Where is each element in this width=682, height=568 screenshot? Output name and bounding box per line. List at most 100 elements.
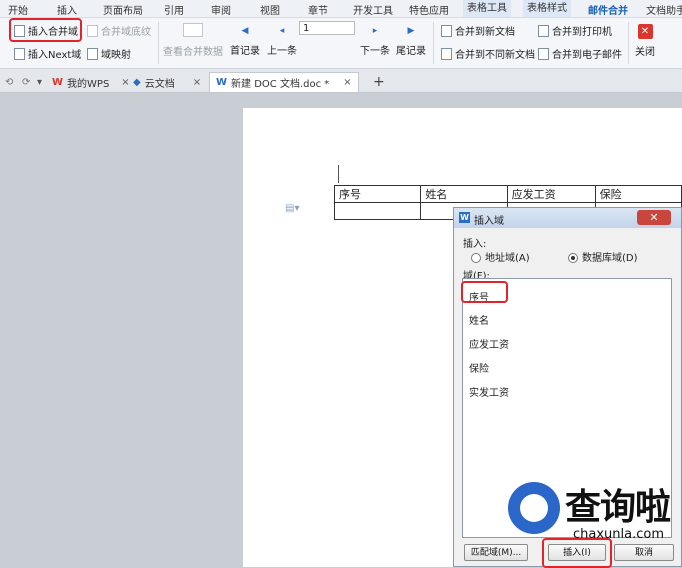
first-record-button[interactable]: ◀ 首记录	[230, 26, 260, 57]
prev-arrow-icon: ◂	[279, 26, 285, 36]
cloud-icon: ◆	[133, 76, 141, 88]
highlight-box	[542, 538, 612, 568]
next-arrow-icon: ▸	[372, 26, 378, 36]
highlight-box	[461, 281, 508, 303]
menu-table-style[interactable]: 表格样式	[523, 0, 571, 17]
watermark-url: chaxunla.com	[573, 527, 664, 542]
ribbon-divider	[433, 22, 434, 64]
last-record-label: 尾记录	[396, 46, 426, 57]
tab-label: 新建 DOC 文档.doc *	[231, 79, 330, 90]
text-cursor	[338, 165, 339, 183]
insert-label: 插入:	[463, 239, 487, 250]
menu-start[interactable]: 开始	[8, 2, 28, 17]
paste-options-icon[interactable]: ▤▾	[285, 203, 299, 214]
menu-chapter[interactable]: 章节	[308, 2, 328, 17]
doc-icon: W	[216, 77, 228, 88]
menu-doc-assistant[interactable]: 文档助手	[646, 2, 682, 17]
close-icon[interactable]: ×	[193, 77, 201, 88]
watermark-text: 查询啦	[565, 487, 671, 528]
merge-new-doc-button[interactable]: 合并到新文档	[441, 23, 515, 38]
merge-field-shading-button[interactable]: 合并域底纹	[87, 23, 151, 38]
last-record-button[interactable]: ▶ 尾记录	[396, 26, 426, 57]
cancel-button[interactable]: 取消	[614, 544, 674, 561]
ribbon: 插入合并域 插入Next域 合并域底纹 域映射 查看合并数据 ◀ 首记录 ◂ 上…	[0, 18, 682, 69]
multi-doc-icon	[441, 47, 452, 60]
next-record-button[interactable]: ▸ 下一条	[360, 26, 390, 57]
menu-features[interactable]: 特色应用	[409, 2, 449, 17]
database-field-radio[interactable]: 数据库域(D)	[568, 249, 638, 264]
merge-field-shading-label: 合并域底纹	[101, 27, 151, 38]
field-map-label: 域映射	[101, 50, 131, 61]
dialog-title-bar[interactable]: W 插入域 ✕	[454, 208, 681, 228]
radio-icon	[471, 253, 481, 263]
menu-bar: 开始 插入 页面布局 引用 审阅 视图 章节 开发工具 特色应用 表格工具 表格…	[0, 0, 682, 18]
dialog-title: 插入域	[474, 216, 504, 227]
document-icon	[14, 47, 25, 60]
view-merged-data-label: 查看合并数据	[163, 47, 223, 58]
tab-current-doc[interactable]: W 新建 DOC 文档.doc * ×	[209, 72, 359, 92]
back-icon[interactable]: ⟲	[5, 72, 13, 92]
match-fields-button[interactable]: 匹配域(M)...	[464, 544, 528, 561]
first-record-label: 首记录	[230, 46, 260, 57]
close-icon[interactable]: ×	[121, 77, 129, 88]
list-item[interactable]: 保险	[469, 360, 489, 375]
merge-different-docs-button[interactable]: 合并到不同新文档	[441, 46, 535, 61]
table-row: 序号 姓名 应发工资 保险	[333, 185, 682, 203]
tab-label: 云文档	[144, 78, 175, 90]
menu-view[interactable]: 视图	[260, 2, 280, 17]
menu-table-tools[interactable]: 表格工具	[463, 0, 511, 17]
menu-page-layout[interactable]: 页面布局	[103, 2, 143, 17]
menu-review[interactable]: 审阅	[211, 2, 231, 17]
last-record-icon: ▶	[407, 26, 415, 36]
table-header-cell[interactable]: 姓名	[420, 185, 508, 203]
insert-next-field-label: 插入Next域	[28, 50, 82, 61]
printer-icon	[538, 24, 549, 37]
new-tab-icon[interactable]: +	[373, 72, 385, 92]
merge-printer-label: 合并到打印机	[552, 27, 612, 38]
menu-mail-merge[interactable]: 邮件合并	[588, 2, 628, 17]
wps-icon: W	[459, 212, 470, 223]
forward-icon[interactable]: ⟳	[22, 72, 30, 92]
list-item[interactable]: 姓名	[469, 312, 489, 327]
merge-different-docs-label: 合并到不同新文档	[455, 50, 535, 61]
record-number-input[interactable]: 1	[299, 21, 355, 35]
merge-email-button[interactable]: 合并到电子邮件	[538, 46, 622, 61]
ribbon-divider	[158, 22, 159, 64]
address-field-label: 地址域(A)	[485, 253, 530, 264]
database-field-label: 数据库域(D)	[582, 253, 638, 264]
radio-selected-icon	[568, 253, 578, 263]
view-merged-data-button[interactable]: 查看合并数据	[163, 23, 223, 58]
chevron-down-icon[interactable]: ▾	[37, 72, 42, 92]
menu-insert[interactable]: 插入	[57, 2, 77, 17]
merge-new-doc-label: 合并到新文档	[455, 27, 515, 38]
list-item[interactable]: 实发工资	[469, 384, 509, 399]
tab-cloud-docs[interactable]: ◆ 云文档 ×	[133, 72, 201, 92]
table-cell[interactable]	[333, 202, 422, 220]
shading-icon	[87, 24, 98, 37]
table-header-cell[interactable]: 保险	[594, 185, 682, 203]
email-icon	[538, 47, 549, 60]
insert-next-field-button[interactable]: 插入Next域	[14, 46, 81, 61]
field-map-button[interactable]: 域映射	[87, 46, 131, 61]
watermark-logo-icon	[508, 482, 560, 534]
tab-my-wps[interactable]: W 我的WPS ×	[52, 72, 130, 92]
close-mail-merge-button[interactable]: ✕ 关闭	[635, 24, 655, 58]
menu-developer[interactable]: 开发工具	[353, 2, 393, 17]
next-record-label: 下一条	[360, 46, 390, 57]
ribbon-divider	[628, 22, 629, 64]
address-field-radio[interactable]: 地址域(A)	[471, 249, 530, 264]
document-tab-bar: ⟲ ⟳ ▾ W 我的WPS × ◆ 云文档 × W 新建 DOC 文档.doc …	[0, 69, 682, 93]
close-label: 关闭	[635, 47, 655, 58]
prev-record-button[interactable]: ◂ 上一条	[267, 26, 297, 57]
wps-logo-icon: W	[52, 76, 64, 88]
table-header-cell[interactable]: 应发工资	[506, 185, 596, 203]
list-item[interactable]: 应发工资	[469, 336, 509, 351]
field-map-icon	[87, 47, 98, 60]
menu-references[interactable]: 引用	[164, 2, 184, 17]
table-header-cell[interactable]: 序号	[333, 185, 422, 203]
view-data-icon	[183, 23, 203, 37]
close-icon[interactable]: ×	[343, 77, 351, 88]
merge-email-label: 合并到电子邮件	[552, 50, 622, 61]
merge-printer-button[interactable]: 合并到打印机	[538, 23, 612, 38]
dialog-close-button[interactable]: ✕	[637, 210, 671, 225]
